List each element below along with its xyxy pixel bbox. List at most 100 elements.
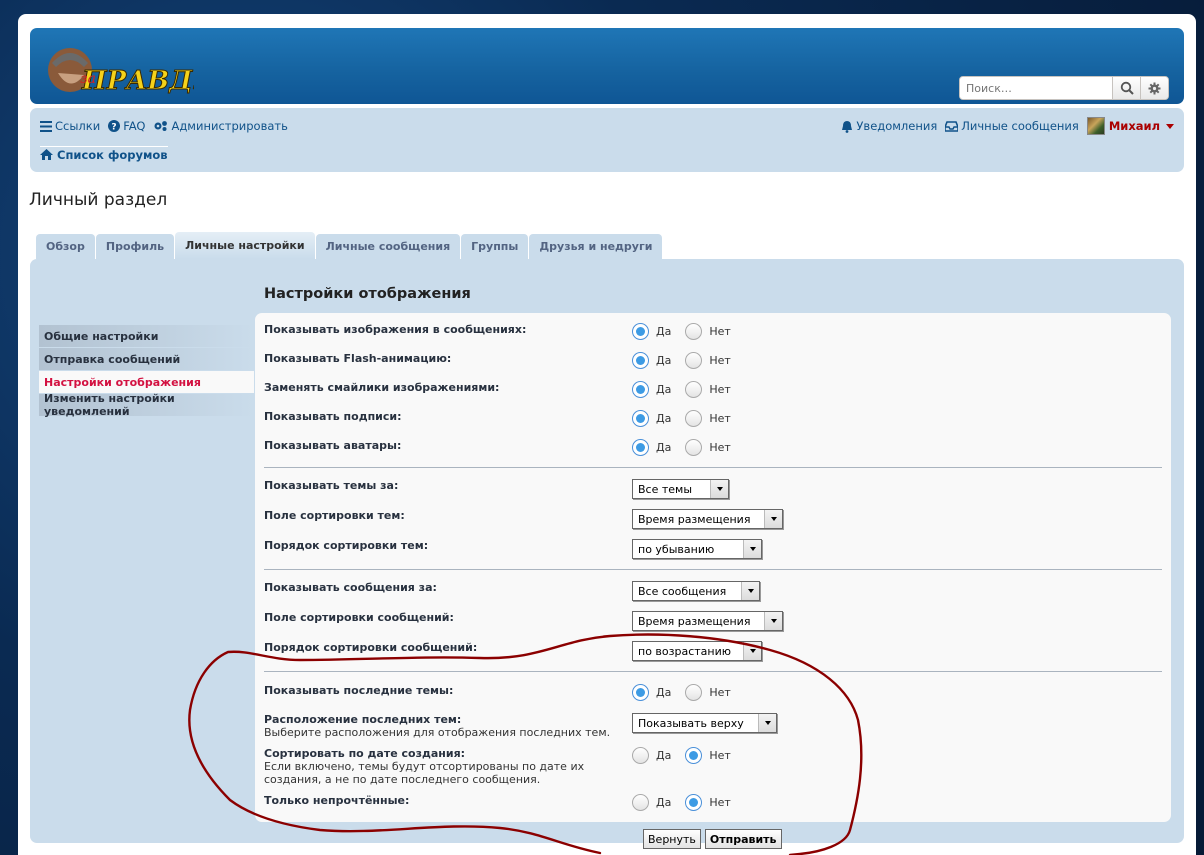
radio-no[interactable]: Нет xyxy=(685,352,731,369)
quick-links-menu[interactable]: Ссылки xyxy=(40,119,100,133)
forum-index-label: Список форумов xyxy=(57,147,168,162)
site-header: ПРАВДУ! за xyxy=(30,28,1184,104)
sidebar-menu: Общие настройки Отправка сообщений Настр… xyxy=(39,325,254,418)
radio-yes[interactable]: Да xyxy=(632,323,671,340)
radio-no[interactable]: Нет xyxy=(685,439,731,456)
nav-row: Ссылки ? FAQ Администрировать Уведомлени… xyxy=(40,117,1174,135)
chevron-down-icon xyxy=(764,510,782,528)
faq-label: FAQ xyxy=(123,119,146,133)
topic-sort-dir-select[interactable]: по убыванию xyxy=(632,539,762,559)
setting-row: Заменять смайлики изображениями: Да Нет xyxy=(264,381,1164,398)
topic-days-select[interactable]: Все темы xyxy=(632,479,729,499)
svg-text:ПРАВДУ!: ПРАВДУ! xyxy=(81,66,194,96)
nav-user-area: Уведомления Личные сообщения Михаил xyxy=(841,117,1174,135)
tab-preferences[interactable]: Личные настройки xyxy=(175,232,315,259)
radio-yes[interactable]: Да xyxy=(632,352,671,369)
quick-links-label: Ссылки xyxy=(55,119,101,133)
radio-no[interactable]: Нет xyxy=(685,323,731,340)
radio-group: Да Нет xyxy=(632,747,745,786)
ucp-tabs: Обзор Профиль Личные настройки Личные со… xyxy=(36,232,663,259)
submit-button[interactable]: Отправить xyxy=(704,829,782,849)
notifications-link[interactable]: Уведомления xyxy=(841,119,937,133)
user-menu[interactable]: Михаил xyxy=(1086,117,1174,135)
setting-label: Показывать последние темы: xyxy=(264,684,454,697)
radio-yes[interactable]: Да xyxy=(632,410,671,427)
recent-position-select[interactable]: Показывать верху xyxy=(632,713,777,733)
topic-sort-key-select[interactable]: Время размещения xyxy=(632,509,783,529)
setting-label: Порядок сортировки тем: xyxy=(264,539,429,552)
section-title: Настройки отображения xyxy=(264,286,471,302)
setting-row: Показывать аватары: Да Нет xyxy=(264,439,1164,456)
radio-no[interactable]: Нет xyxy=(685,410,731,427)
site-logo[interactable]: ПРАВДУ! за xyxy=(44,43,225,97)
tab-groups[interactable]: Группы xyxy=(461,234,529,259)
radio-yes[interactable]: Да xyxy=(632,747,671,764)
search-box xyxy=(959,76,1169,100)
setting-description: Если включено, темы будут отсортированы … xyxy=(264,760,585,786)
setting-row: Порядок сортировки сообщений: по возраст… xyxy=(264,641,1164,661)
tab-friends-foes[interactable]: Друзья и недруги xyxy=(529,234,663,259)
radio-no[interactable]: Нет xyxy=(685,794,731,811)
chevron-down-icon xyxy=(758,714,776,732)
chevron-down-icon xyxy=(764,612,782,630)
sidebar-item-posting[interactable]: Отправка сообщений xyxy=(39,348,254,370)
setting-row: Показывать последние темы: Да Нет xyxy=(264,684,1164,701)
svg-text:?: ? xyxy=(112,123,117,133)
form-buttons: Вернуть Отправить xyxy=(643,829,786,849)
radio-yes[interactable]: Да xyxy=(632,794,671,811)
faq-link[interactable]: ? FAQ xyxy=(108,119,145,133)
post-sort-key-select[interactable]: Время размещения xyxy=(632,611,783,631)
page-wrapper: ПРАВДУ! за Ссылки ? FAQ xyxy=(18,14,1196,855)
tab-overview[interactable]: Обзор xyxy=(36,234,95,259)
setting-label: Показывать подписи: xyxy=(264,410,402,423)
settings-form: Показывать изображения в сообщениях: Да … xyxy=(255,313,1171,822)
sidebar-item-general[interactable]: Общие настройки xyxy=(39,325,254,347)
private-messages-link[interactable]: Личные сообщения xyxy=(945,119,1079,133)
setting-label: Порядок сортировки сообщений: xyxy=(264,641,478,654)
page-title: Личный раздел xyxy=(29,190,168,210)
home-icon xyxy=(40,149,53,160)
avatar xyxy=(1086,117,1105,135)
setting-row: Показывать изображения в сообщениях: Да … xyxy=(264,323,1164,340)
question-icon: ? xyxy=(108,120,121,133)
search-input[interactable] xyxy=(960,77,1112,99)
radio-yes[interactable]: Да xyxy=(632,684,671,701)
tab-profile[interactable]: Профиль xyxy=(95,234,175,259)
setting-label: Заменять смайлики изображениями: xyxy=(264,381,500,394)
radio-group: Да Нет xyxy=(632,794,745,811)
setting-row: Поле сортировки сообщений: Время размеще… xyxy=(264,611,1164,631)
post-days-select[interactable]: Все сообщения xyxy=(632,581,760,601)
admin-link[interactable]: Администрировать xyxy=(153,119,288,133)
divider xyxy=(264,569,1162,570)
cogs-icon xyxy=(154,121,168,131)
menu-icon xyxy=(40,120,52,132)
chevron-down-icon xyxy=(743,642,761,660)
sidebar-item-notifications[interactable]: Изменить настройки уведомлений xyxy=(39,392,254,418)
admin-label: Администрировать xyxy=(171,119,288,133)
divider xyxy=(264,467,1162,468)
radio-yes[interactable]: Да xyxy=(632,381,671,398)
setting-row: Показывать Flash-анимацию: Да Нет xyxy=(264,352,1164,369)
radio-group: Да Нет xyxy=(632,439,745,456)
setting-label: Сортировать по дате создания: Если включ… xyxy=(264,747,632,786)
reset-button[interactable]: Вернуть xyxy=(643,829,701,849)
divider xyxy=(264,671,1162,672)
sidebar-item-display[interactable]: Настройки отображения xyxy=(39,371,254,393)
radio-group: Да Нет xyxy=(632,684,745,701)
radio-group: Да Нет xyxy=(632,323,745,340)
radio-group: Да Нет xyxy=(632,352,745,369)
radio-no[interactable]: Нет xyxy=(685,684,731,701)
tab-private-messages[interactable]: Личные сообщения xyxy=(315,234,461,259)
setting-row: Только непрочтённые: Да Нет xyxy=(264,794,1164,811)
setting-description: Выберите расположения для отображения по… xyxy=(264,726,611,739)
forum-index-link[interactable]: Список форумов xyxy=(40,148,168,162)
search-button[interactable] xyxy=(1112,77,1140,99)
radio-no[interactable]: Нет xyxy=(685,747,731,764)
post-sort-dir-select[interactable]: по возрастанию xyxy=(632,641,762,661)
radio-no[interactable]: Нет xyxy=(685,381,731,398)
setting-label: Расположение последних тем: Выберите рас… xyxy=(264,713,632,739)
username: Михаил xyxy=(1108,119,1160,133)
advanced-search-button[interactable] xyxy=(1140,77,1168,99)
setting-label-title: Расположение последних тем: xyxy=(264,713,462,726)
radio-yes[interactable]: Да xyxy=(632,439,671,456)
